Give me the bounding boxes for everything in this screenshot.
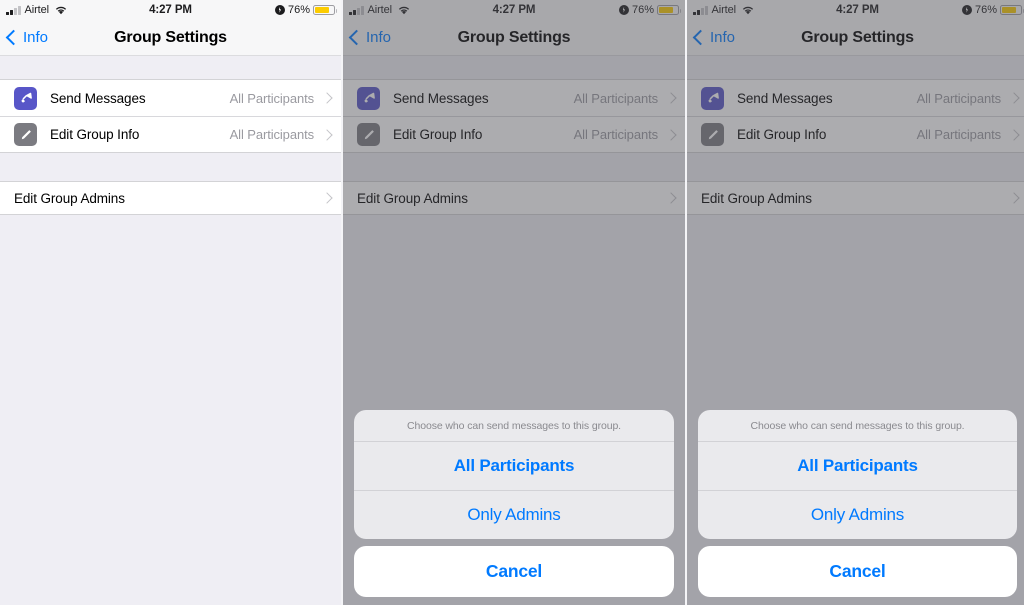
chevron-right-icon <box>321 92 333 104</box>
action-sheet-option-only-admins[interactable]: Only Admins <box>354 490 674 539</box>
megaphone-icon <box>14 86 37 110</box>
action-sheet-cancel-button[interactable]: Cancel <box>354 546 674 597</box>
row-title: Send Messages <box>50 90 146 106</box>
phone-screen-2: Airtel 4:27 PM 76% Info Group Settings S… <box>341 0 685 605</box>
low-power-icon <box>274 5 285 15</box>
battery-percent-label: 76% <box>287 4 310 16</box>
action-sheet-card: Choose who can send messages to this gro… <box>354 410 674 539</box>
action-sheet-option-only-admins[interactable]: Only Admins <box>698 490 1017 539</box>
row-edit-group-admins[interactable]: Edit Group Admins <box>0 182 341 214</box>
table-top-spacer <box>0 56 341 79</box>
action-sheet-option-all-participants[interactable]: All Participants <box>698 442 1017 490</box>
row-detail: All Participants <box>229 127 314 142</box>
phone-screen-3: Airtel 4:27 PM 76% Info Group Settings S… <box>685 0 1024 605</box>
row-send-messages[interactable]: Send Messages All Participants <box>0 80 341 116</box>
row-detail: All Participants <box>229 90 314 106</box>
screenshot-triptych: Airtel 4:27 PM 76% Info Group Settings S… <box>0 0 1024 605</box>
status-bar: Airtel 4:27 PM 76% <box>0 0 341 20</box>
action-sheet-cancel-button[interactable]: Cancel <box>698 546 1017 597</box>
action-sheet-title: Choose who can send messages to this gro… <box>698 410 1017 442</box>
pencil-icon <box>14 123 37 146</box>
back-button-label: Info <box>23 29 49 46</box>
action-sheet: Choose who can send messages to this gro… <box>698 410 1017 597</box>
action-sheet-card: Choose who can send messages to this gro… <box>698 410 1017 539</box>
page-title: Group Settings <box>114 28 227 46</box>
action-sheet: Choose who can send messages to this gro… <box>354 410 674 597</box>
navigation-bar: Info Group Settings <box>0 20 341 56</box>
admins-group: Edit Group Admins <box>0 181 341 215</box>
chevron-left-icon <box>5 29 22 46</box>
row-edit-group-info[interactable]: Edit Group Info All Participants <box>0 116 341 152</box>
action-sheet-option-all-participants[interactable]: All Participants <box>354 442 674 490</box>
back-button[interactable]: Info <box>0 29 48 46</box>
chevron-right-icon <box>321 128 333 141</box>
battery-icon <box>313 5 337 15</box>
permissions-group: Send Messages All Participants Edit Grou… <box>0 79 341 153</box>
action-sheet-title: Choose who can send messages to this gro… <box>354 410 674 442</box>
row-title: Edit Group Admins <box>14 190 125 206</box>
row-title: Edit Group Info <box>50 127 140 142</box>
status-bar-right: 76% <box>274 4 337 16</box>
table-section-spacer <box>0 153 341 181</box>
phone-screen-1: Airtel 4:27 PM 76% Info Group Settings S… <box>0 0 341 605</box>
chevron-right-icon <box>321 192 333 204</box>
